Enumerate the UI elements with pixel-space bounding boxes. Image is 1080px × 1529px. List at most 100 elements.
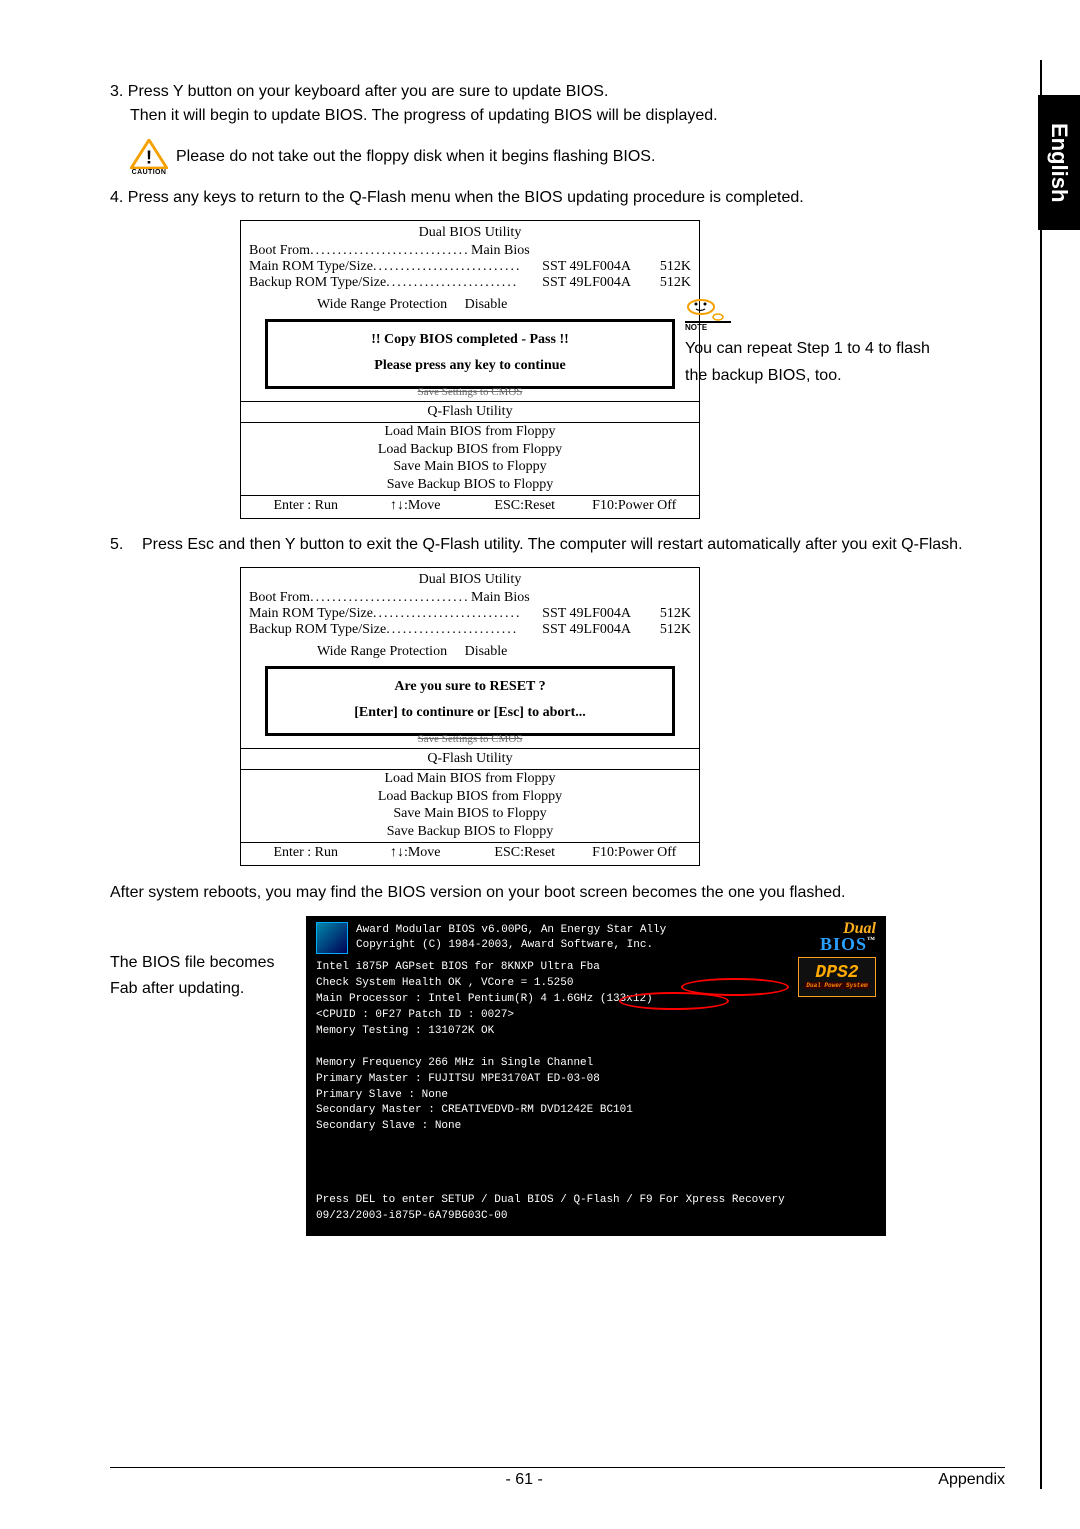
- bios1-backrom-val: SST 49LF004A: [542, 275, 631, 291]
- boot-line10: Secondary Master : CREATIVEDVD-RM DVD124…: [316, 1103, 876, 1119]
- bios1-mainrom-lbl: Main ROM Type/Size: [249, 259, 373, 275]
- boot-line9: Primary Slave : None: [316, 1088, 876, 1104]
- dps-logo-top: DPS2: [815, 964, 858, 982]
- dots: ........................................…: [310, 590, 467, 606]
- bios1-wrp-lbl: Wide Range Protection: [317, 297, 447, 312]
- note-1: NOTE You can repeat Step 1 to 4 to flash…: [685, 295, 955, 389]
- bios1-mainrom-size: 512K: [631, 259, 691, 275]
- bios2-foot-run: Enter : Run: [251, 845, 361, 861]
- step-3-num: 3.: [110, 83, 123, 100]
- caution-icon: ! CAUTION: [130, 138, 168, 176]
- bios2-bootfrom-lbl: Boot From: [249, 590, 310, 606]
- boot-side-note: The BIOS file becomes Fab after updating…: [110, 916, 280, 1001]
- bios2-msg-title: Are you sure to RESET ?: [276, 679, 664, 695]
- boot-line11: Secondary Slave : None: [316, 1119, 876, 1135]
- caution-text: Please do not take out the floppy disk w…: [176, 148, 655, 166]
- bios1-backrom-size: 512K: [631, 275, 691, 291]
- step-3: 3. Press Y button on your keyboard after…: [110, 80, 1030, 128]
- tm-icon: ™: [867, 935, 876, 944]
- boot-footer-1: Press DEL to enter SETUP / Dual BIOS / Q…: [316, 1193, 876, 1208]
- bios-panel-2: Dual BIOS Utility Boot From ............…: [240, 567, 700, 866]
- bios1-message-box: !! Copy BIOS completed - Pass !! Please …: [265, 319, 675, 389]
- dps-logo-sub: Dual Power System: [804, 982, 869, 989]
- dual-bios-logo: Dual BIOS™: [798, 922, 876, 953]
- bios2-footer: Enter : Run ↑↓:Move ESC:Reset F10:Power …: [241, 842, 699, 865]
- step-3-line1: Press Y button on your keyboard after yo…: [128, 83, 609, 100]
- bios1-foot-reset: ESC:Reset: [470, 498, 580, 514]
- bios1-menu-0[interactable]: Load Main BIOS from Floppy: [241, 423, 699, 441]
- boot-line1a: Intel i875P AGPset BIOS for: [316, 961, 494, 973]
- bios2-menu-2[interactable]: Save Main BIOS to Floppy: [241, 805, 699, 823]
- bios1-menu: Load Main BIOS from Floppy Load Backup B…: [241, 423, 699, 495]
- bios2-qflash-title: Q-Flash Utility: [241, 749, 699, 769]
- boot-line4: <CPUID : 0F27 Patch ID : 0027>: [316, 1008, 876, 1024]
- section-name: Appendix: [938, 1471, 1005, 1489]
- bios1-msg-title: !! Copy BIOS completed - Pass !!: [276, 332, 664, 348]
- bios2-bootfrom-val: Main Bios: [471, 590, 631, 606]
- boot-line5: Memory Testing : 131072K OK: [316, 1024, 876, 1040]
- bios1-footer: Enter : Run ↑↓:Move ESC:Reset F10:Power …: [241, 495, 699, 518]
- bios1-bootfrom-lbl: Boot From: [249, 243, 310, 259]
- bios2-wrp-lbl: Wide Range Protection: [317, 644, 447, 659]
- bios2-backrom-size: 512K: [631, 622, 691, 638]
- bios2-mainrom-val: SST 49LF004A: [542, 606, 631, 622]
- bios2-message-box: Are you sure to RESET ? [Enter] to conti…: [265, 666, 675, 736]
- bios1-backrom-lbl: Backup ROM Type/Size: [249, 275, 386, 291]
- dots: ...........................: [373, 259, 542, 275]
- bios1-obscured-line: Save Settings to CMOS: [249, 386, 691, 399]
- step-3-line2: Then it will begin to update BIOS. The p…: [110, 104, 1030, 128]
- bios1-msg-body: Please press any key to continue: [276, 358, 664, 374]
- caution-label: CAUTION: [132, 169, 167, 176]
- bios2-backrom-val: SST 49LF004A: [542, 622, 631, 638]
- note-icon: NOTE: [685, 295, 731, 331]
- bios1-bootfrom-val: Main Bios: [471, 243, 631, 259]
- right-page-border: [1040, 60, 1042, 1489]
- spacer: [631, 590, 691, 606]
- dual-logo-bot: BIOS: [820, 934, 867, 954]
- boot-line3: Main Processor : Intel Pentium(R) 4 1.6G…: [316, 992, 876, 1008]
- dots: ........................: [386, 622, 542, 638]
- step-5: 5. Press Esc and then Y button to exit t…: [110, 533, 1030, 557]
- bios2-mainrom-lbl: Main ROM Type/Size: [249, 606, 373, 622]
- dots: ...........................: [373, 606, 542, 622]
- bios2-menu-3[interactable]: Save Backup BIOS to Floppy: [241, 823, 699, 841]
- bios2-foot-move: ↑↓:Move: [361, 845, 471, 861]
- bios1-menu-2[interactable]: Save Main BIOS to Floppy: [241, 458, 699, 476]
- bios2-mainrom-size: 512K: [631, 606, 691, 622]
- svg-text:!: !: [146, 146, 152, 167]
- bios1-title: Dual BIOS Utility: [249, 225, 691, 241]
- bios1-menu-3[interactable]: Save Backup BIOS to Floppy: [241, 476, 699, 494]
- bios1-wrp-val: Disable: [465, 297, 508, 312]
- caution-row: ! CAUTION Please do not take out the flo…: [130, 138, 1030, 176]
- bios2-obscured-line: Save Settings to CMOS: [249, 733, 691, 746]
- step-5-text: Press Esc and then Y button to exit the …: [142, 533, 1030, 557]
- bios2-foot-reset: ESC:Reset: [470, 845, 580, 861]
- page-number: - 61 -: [505, 1471, 542, 1489]
- bios1-menu-1[interactable]: Load Backup BIOS from Floppy: [241, 441, 699, 459]
- language-tab: English: [1038, 95, 1080, 230]
- boot-line7: Memory Frequency 266 MHz in Single Chann…: [316, 1056, 876, 1072]
- bios-panel-1: Dual BIOS Utility Boot From ............…: [240, 220, 700, 519]
- bios1-qflash-title: Q-Flash Utility: [241, 402, 699, 422]
- boot-line8: Primary Master : FUJITSU MPE3170AT ED-03…: [316, 1072, 876, 1088]
- note-1-text: You can repeat Step 1 to 4 to flash the …: [685, 335, 955, 389]
- bios2-menu: Load Main BIOS from Floppy Load Backup B…: [241, 770, 699, 842]
- page-footer: - 61 - Appendix: [110, 1467, 1005, 1489]
- spacer: [631, 243, 691, 259]
- boot-header-2: Copyright (C) 1984-2003, Award Software,…: [356, 938, 666, 953]
- highlight-ellipse-2: [619, 992, 729, 1010]
- step-4: 4. Press any keys to return to the Q-Fla…: [110, 186, 1030, 210]
- bios2-menu-0[interactable]: Load Main BIOS from Floppy: [241, 770, 699, 788]
- step-5-num: 5.: [110, 533, 142, 557]
- boot-header-1: Award Modular BIOS v6.00PG, An Energy St…: [356, 923, 666, 938]
- epa-logo-icon: [316, 922, 348, 954]
- bios2-menu-1[interactable]: Load Backup BIOS from Floppy: [241, 788, 699, 806]
- bios1-foot-power: F10:Power Off: [580, 498, 690, 514]
- boot-line1b: 8KNXP Ultra Fba: [501, 961, 600, 973]
- boot-screen: Award Modular BIOS v6.00PG, An Energy St…: [306, 916, 886, 1236]
- dots: ........................: [386, 275, 542, 291]
- boot-line2a: Check System Health OK ,: [316, 977, 474, 989]
- bios2-backrom-lbl: Backup ROM Type/Size: [249, 622, 386, 638]
- bios1-foot-run: Enter : Run: [251, 498, 361, 514]
- bios2-wrp-val: Disable: [465, 644, 508, 659]
